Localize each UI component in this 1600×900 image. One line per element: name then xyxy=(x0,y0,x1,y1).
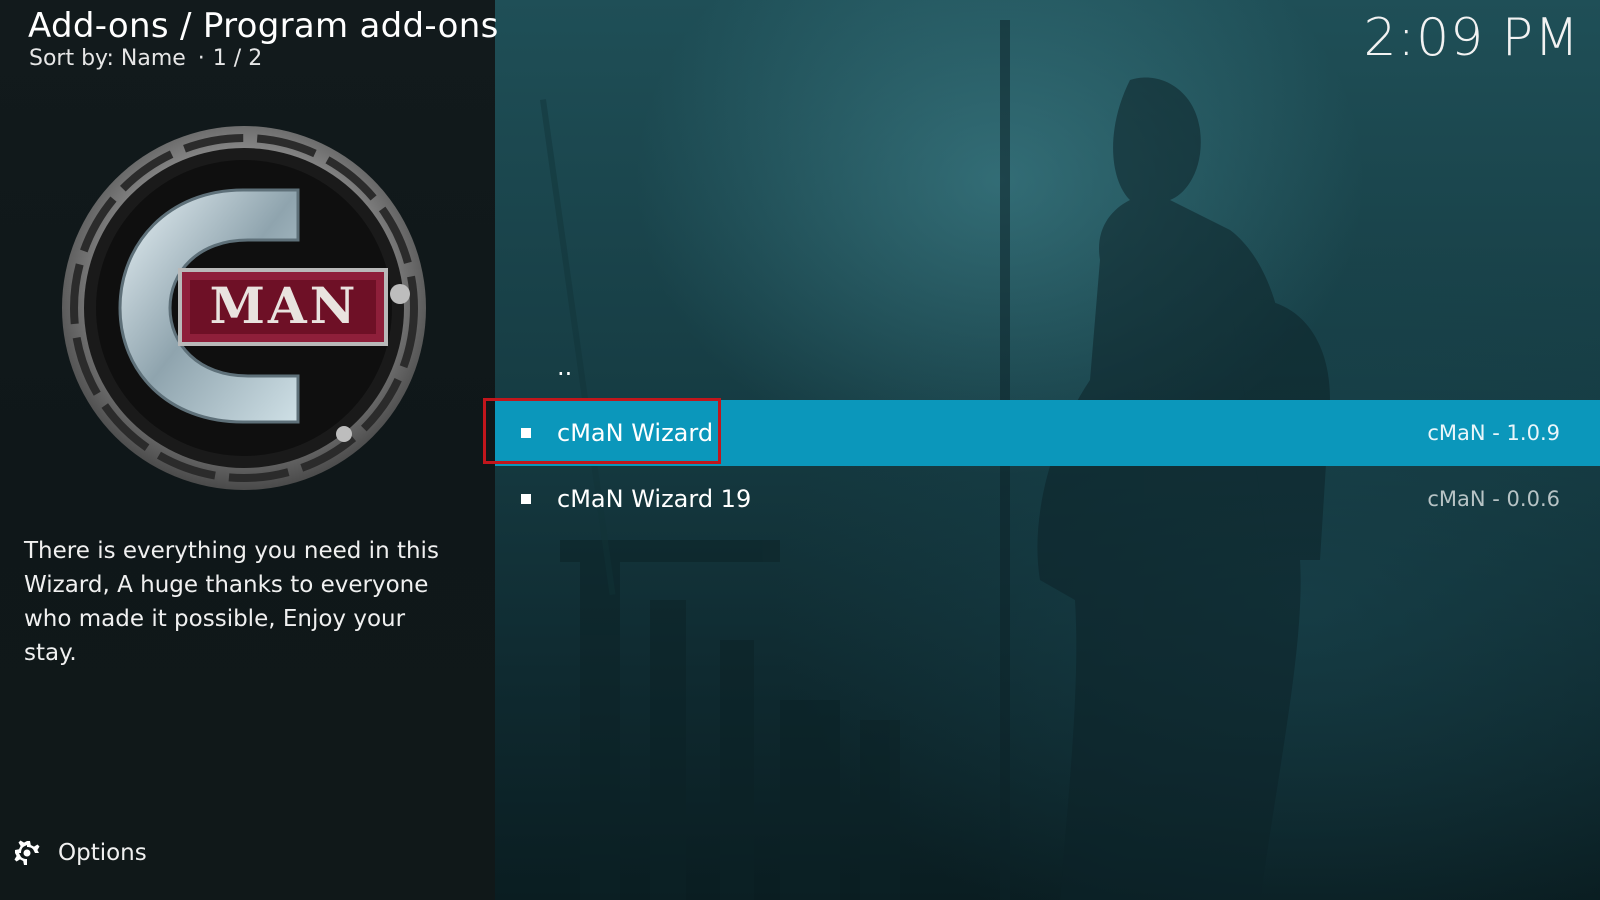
options-label: Options xyxy=(58,840,147,866)
sort-button[interactable]: Sort by: Name xyxy=(29,46,186,71)
logo-text: MAN xyxy=(209,276,359,335)
addon-description: There is everything you need in this Wiz… xyxy=(24,538,439,666)
list-item-label: cMaN Wizard xyxy=(557,419,714,447)
list-bullet xyxy=(521,494,531,504)
clock: 2:09 PM xyxy=(1363,8,1580,68)
page-title: Add-ons / Program add-ons xyxy=(28,6,499,46)
header-separator: · xyxy=(197,46,205,71)
addon-list: .. cMaN Wizard cMaN - 1.0.9 cMaN Wizard … xyxy=(483,334,1600,532)
page-counter: 1 / 2 xyxy=(212,46,263,71)
list-item-parent-folder[interactable]: .. xyxy=(495,334,1600,400)
list-item-cman-wizard-19[interactable]: cMaN Wizard 19 cMaN - 0.0.6 xyxy=(495,466,1600,532)
list-item-cman-wizard[interactable]: cMaN Wizard cMaN - 1.0.9 xyxy=(483,398,1600,466)
options-button[interactable]: Options xyxy=(12,838,147,868)
gear-icon xyxy=(14,840,40,865)
list-bullet xyxy=(521,428,531,438)
list-item-label: cMaN Wizard 19 xyxy=(557,485,752,513)
kodi-addons-screen: Add-ons / Program add-ons Sort by: Name ·… xyxy=(0,0,1600,900)
addon-info-panel: Add-ons / Program add-ons Sort by: Name ·… xyxy=(0,0,498,900)
cman-logo-icon: MAN xyxy=(58,122,430,494)
list-item-version: cMaN - 1.0.9 xyxy=(1427,421,1560,445)
sort-info: Sort by: Name · 1 / 2 xyxy=(29,46,262,71)
list-item-version: cMaN - 0.0.6 xyxy=(1427,487,1560,511)
list-item-label: .. xyxy=(557,353,573,381)
